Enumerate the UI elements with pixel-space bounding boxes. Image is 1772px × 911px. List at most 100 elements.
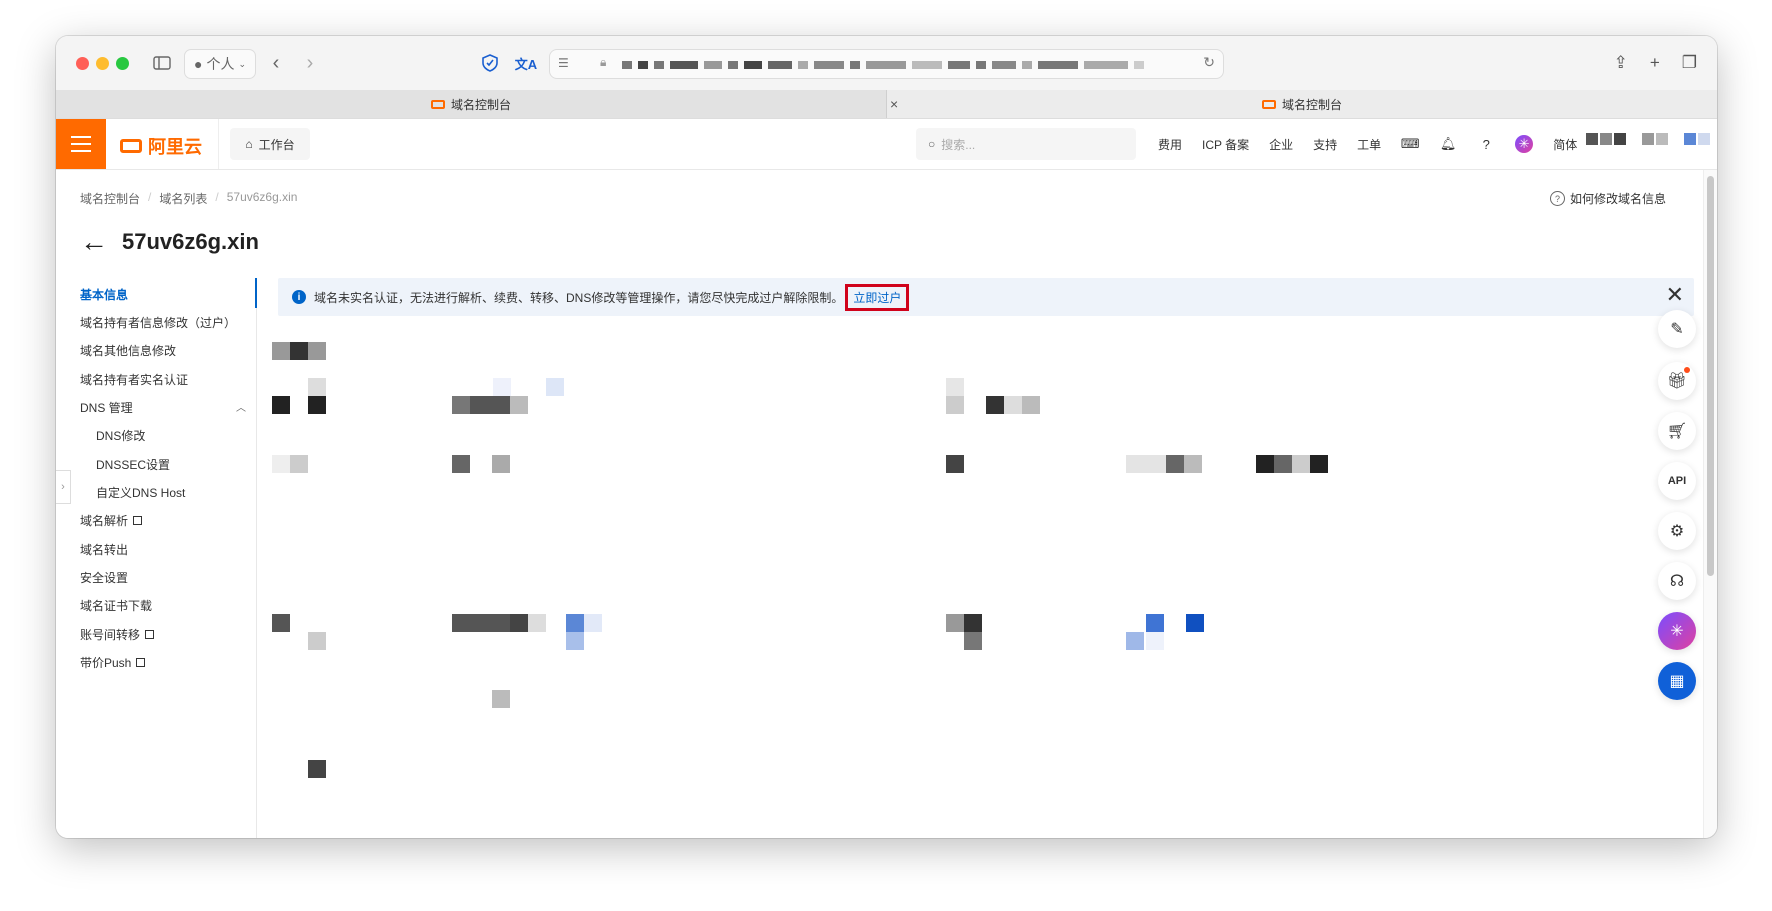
- sidebar-item-dns-resolve[interactable]: 域名解析: [80, 512, 143, 529]
- nav-link-enterprise[interactable]: 企业: [1269, 136, 1293, 153]
- headset-icon[interactable]: ☊: [1658, 562, 1696, 600]
- language-switch[interactable]: 简体: [1553, 136, 1577, 153]
- sidebar-item-cert-download[interactable]: 域名证书下载: [80, 597, 152, 614]
- forward-nav-icon[interactable]: ›: [300, 49, 320, 77]
- sidebar-item-label: 域名其他信息修改: [80, 344, 177, 358]
- edit-icon[interactable]: ✎: [1658, 310, 1696, 348]
- reload-icon[interactable]: ↻: [1203, 54, 1215, 71]
- lock-icon: 🔒︎: [600, 55, 607, 69]
- sidebar-item-label: 账号间转移: [80, 628, 141, 642]
- help-icon[interactable]: ?: [1477, 135, 1495, 153]
- api-icon[interactable]: API: [1658, 462, 1696, 500]
- nav-link-icp[interactable]: ICP 备案: [1202, 136, 1249, 153]
- aliyun-logo[interactable]: 阿里云: [120, 133, 202, 159]
- bell-icon[interactable]: 🔔︎: [1439, 135, 1457, 153]
- terminal-icon[interactable]: ⌨: [1401, 135, 1420, 153]
- shield-icon[interactable]: [478, 49, 502, 77]
- external-link-icon: [145, 630, 155, 639]
- sidebar-item-custom-dns-host[interactable]: 自定义DNS Host: [96, 484, 185, 501]
- sidebar-collapse-toggle[interactable]: ›: [56, 470, 71, 504]
- search-input[interactable]: ○ 搜索...: [916, 128, 1136, 160]
- close-icon[interactable]: ✕: [1666, 284, 1684, 306]
- sidebar-item-label: 基本信息: [80, 288, 129, 302]
- aliyun-logo-icon: [120, 139, 142, 153]
- page-title: 57uv6z6g.xin: [122, 229, 259, 254]
- sidebar-item-label: 带价Push: [80, 656, 132, 670]
- sidebar: 基本信息 域名持有者信息修改（过户） 域名其他信息修改 域名持有者实名认证 DN…: [56, 278, 257, 838]
- tab-domain-console-1[interactable]: 域名控制台: [56, 90, 887, 118]
- sidebar-item-owner-change[interactable]: 域名持有者信息修改（过户）: [80, 314, 236, 331]
- share-icon[interactable]: ⇪: [1614, 53, 1628, 73]
- breadcrumb-current: 57uv6z6g.xin: [226, 190, 298, 204]
- workbench-label: 工作台: [258, 137, 295, 152]
- main-content: 域名控制台 / 域名列表 / 57uv6z6g.xin ? 如何修改域名信息 ←…: [56, 170, 1704, 838]
- help-link[interactable]: ? 如何修改域名信息: [1549, 190, 1666, 207]
- sidebar-item-dns-manage[interactable]: DNS 管理: [80, 399, 133, 416]
- account-avatar[interactable]: [1586, 133, 1710, 145]
- back-arrow-icon[interactable]: ←: [80, 228, 108, 256]
- nav-link-tickets[interactable]: 工单: [1357, 136, 1381, 153]
- tab-overview-icon[interactable]: ❐: [1682, 53, 1697, 73]
- real-name-notice: i 域名未实名认证，无法进行解析、续费、转移、DNS修改等管理操作，请您尽快完成…: [278, 278, 1694, 316]
- chevron-up-icon[interactable]: ︿: [236, 399, 246, 414]
- sidebar-item-account-transfer[interactable]: 账号间转移: [80, 626, 155, 643]
- sidebar-item-label: 域名证书下载: [80, 599, 153, 613]
- breadcrumb-separator: /: [215, 190, 219, 204]
- gift-icon[interactable]: 🎁︎: [1658, 362, 1696, 400]
- sidebar-toggle-icon[interactable]: [150, 49, 174, 77]
- ai-assistant-icon[interactable]: ✳: [1515, 135, 1534, 153]
- scrollbar-thumb[interactable]: [1707, 176, 1714, 576]
- gear-icon[interactable]: ⚙: [1658, 512, 1696, 550]
- browser-toolbar: ● 个人 ⌄ ‹ › 文A ☰ 🔒︎ ↻ ⇪ + ❐: [56, 36, 1717, 91]
- new-tab-icon[interactable]: +: [1650, 53, 1660, 73]
- sidebar-item-label: DNS 管理: [80, 401, 133, 415]
- sidebar-item-label: 域名解析: [80, 514, 129, 528]
- sidebar-item-priced-push[interactable]: 带价Push: [80, 654, 146, 671]
- zoom-window-button[interactable]: [116, 57, 129, 70]
- sidebar-item-label: 自定义DNS Host: [96, 486, 186, 500]
- nav-link-fees[interactable]: 费用: [1158, 136, 1182, 153]
- sidebar-item-dnssec[interactable]: DNSSEC设置: [96, 456, 170, 473]
- minimize-window-button[interactable]: [96, 57, 109, 70]
- search-placeholder: 搜索...: [941, 137, 976, 152]
- sidebar-item-dns-modify[interactable]: DNS修改: [96, 427, 145, 444]
- notice-text: 域名未实名认证，无法进行解析、续费、转移、DNS修改等管理操作，请您尽快完成过户…: [314, 290, 844, 305]
- sidebar-item-real-name[interactable]: 域名持有者实名认证: [80, 371, 188, 388]
- aliyun-favicon-icon: [1261, 99, 1276, 109]
- info-icon: i: [292, 290, 306, 304]
- reader-icon[interactable]: ☰: [558, 56, 569, 70]
- sidebar-item-label: 域名持有者实名认证: [80, 373, 189, 387]
- transfer-now-link[interactable]: 立即过户: [845, 283, 910, 311]
- sidebar-item-other-info[interactable]: 域名其他信息修改: [80, 342, 176, 359]
- breadcrumb-item[interactable]: 域名控制台: [80, 190, 140, 207]
- external-link-icon: [133, 516, 143, 525]
- sidebar-item-label: 安全设置: [80, 571, 129, 585]
- sidebar-item-transfer-out[interactable]: 域名转出: [80, 541, 128, 558]
- menu-icon[interactable]: [56, 119, 106, 169]
- person-icon: ●: [193, 56, 203, 72]
- profile-label: 个人: [206, 56, 235, 72]
- ai-assistant-icon[interactable]: ✳: [1658, 612, 1696, 650]
- sidebar-item-label: DNSSEC设置: [96, 458, 171, 472]
- apps-grid-icon[interactable]: ▦: [1658, 662, 1696, 700]
- sidebar-item-label: 域名转出: [80, 543, 129, 557]
- divider: [218, 119, 219, 169]
- profile-button[interactable]: ● 个人 ⌄: [184, 49, 256, 79]
- back-nav-icon[interactable]: ‹: [266, 49, 286, 77]
- external-link-icon: [136, 658, 146, 667]
- breadcrumb-item[interactable]: 域名列表: [159, 190, 207, 207]
- address-bar[interactable]: ☰ 🔒︎ ↻: [549, 49, 1224, 79]
- question-circle-icon: ?: [1549, 191, 1565, 206]
- workbench-button[interactable]: ⌂ 工作台: [230, 128, 310, 160]
- sidebar-item-security[interactable]: 安全设置: [80, 569, 128, 586]
- chevron-down-icon: ⌄: [238, 58, 246, 69]
- tab-domain-console-2[interactable]: 域名控制台: [887, 90, 1717, 118]
- cart-icon[interactable]: 🛒︎: [1658, 412, 1696, 450]
- search-icon: ○: [928, 137, 936, 151]
- brand-name: 阿里云: [148, 137, 202, 157]
- breadcrumb: 域名控制台 / 域名列表 / 57uv6z6g.xin: [80, 190, 297, 207]
- sidebar-item-basic-info[interactable]: 基本信息: [80, 286, 128, 303]
- translate-icon[interactable]: 文A: [514, 49, 538, 77]
- close-window-button[interactable]: [76, 57, 89, 70]
- nav-link-support[interactable]: 支持: [1313, 136, 1337, 153]
